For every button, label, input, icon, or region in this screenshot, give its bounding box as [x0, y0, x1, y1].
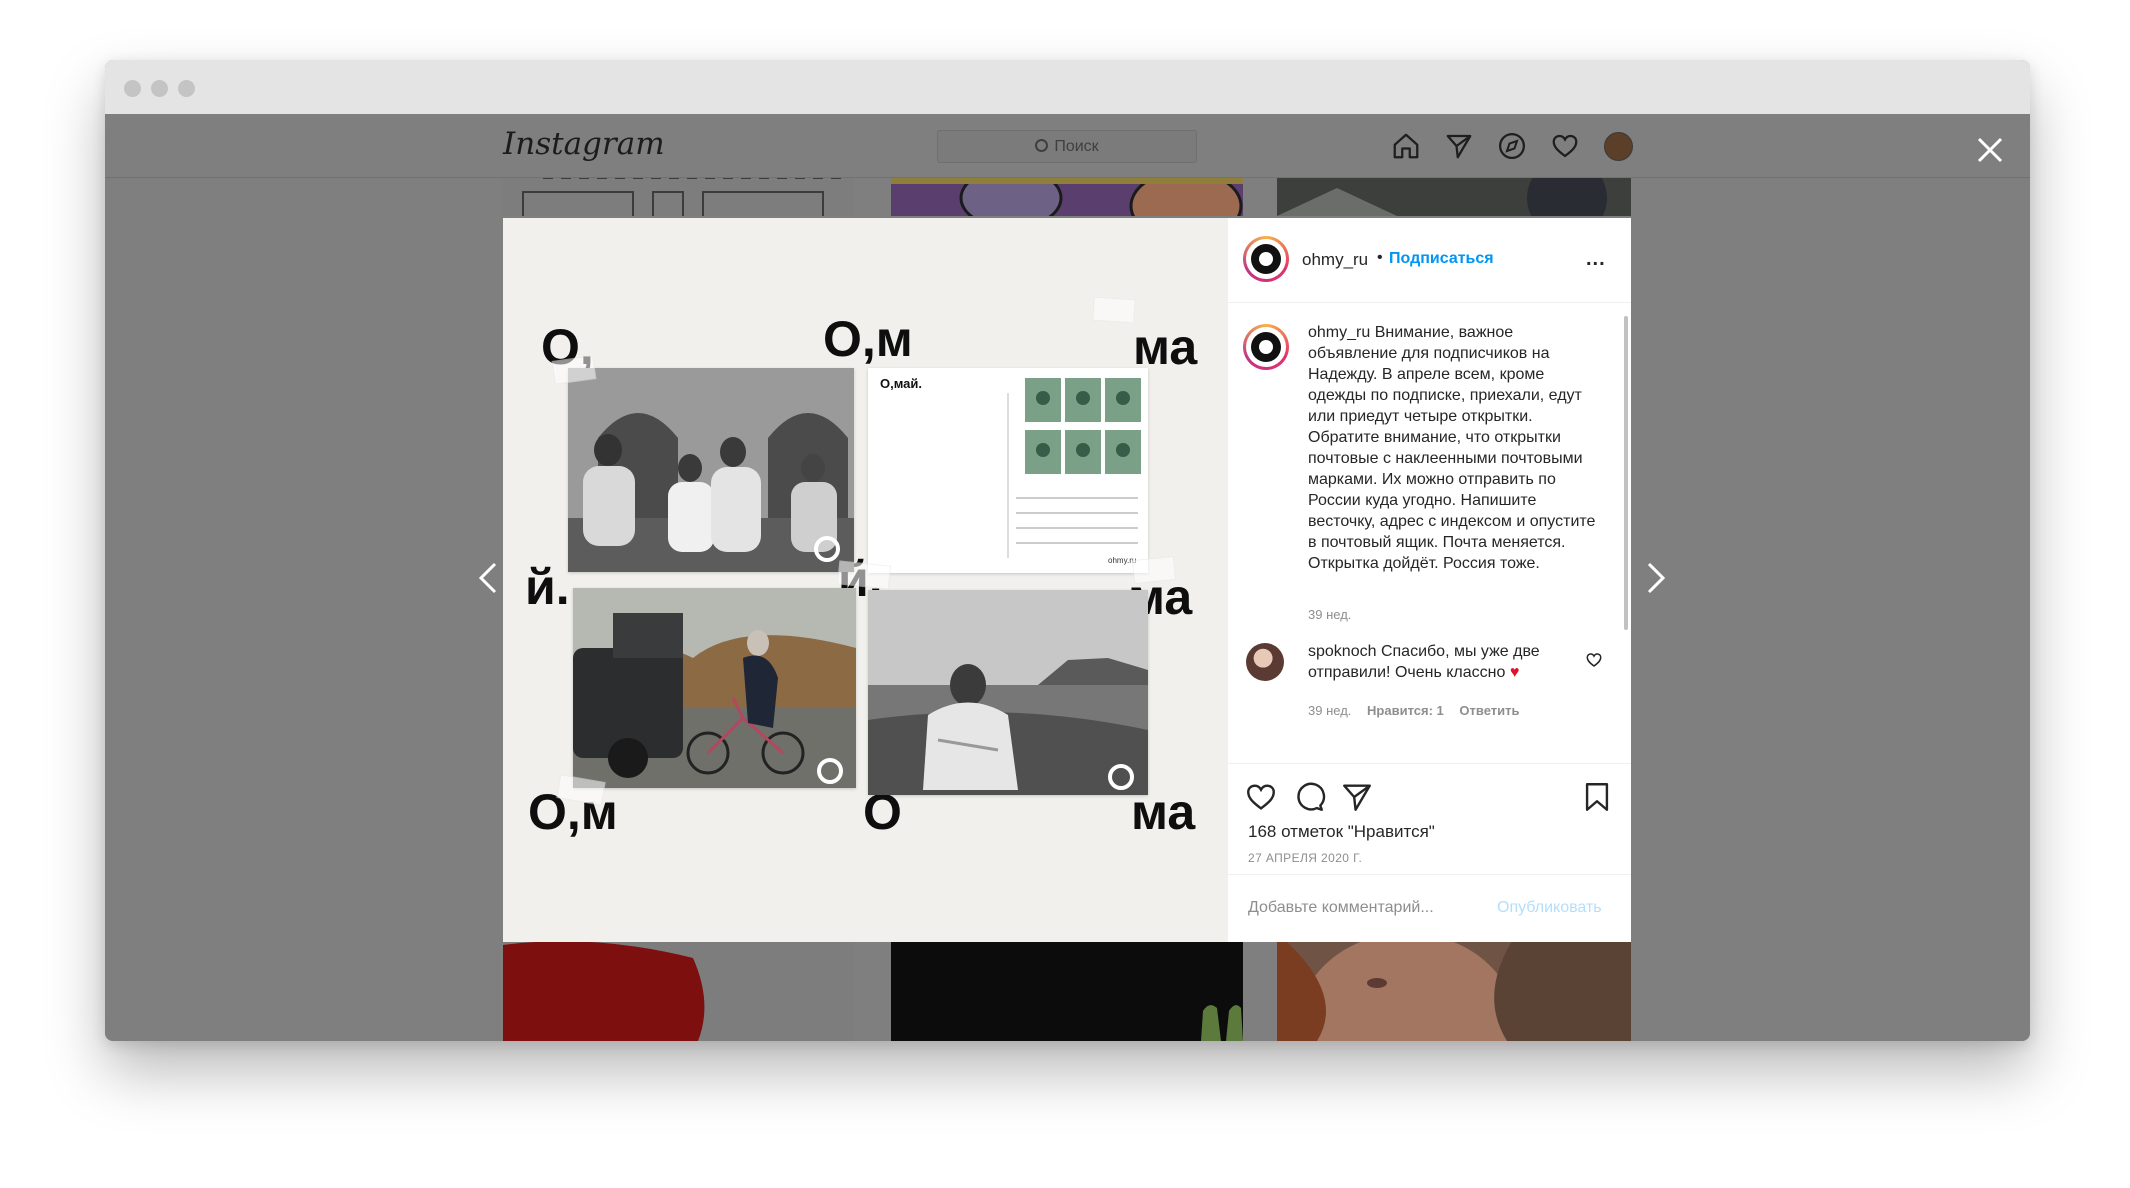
author-username[interactable]: ohmy_ru — [1302, 250, 1368, 270]
direct-icon[interactable] — [1444, 131, 1474, 161]
tape-piece — [1092, 296, 1136, 324]
post-photo[interactable]: О, О,м ма й. й. ма О,м О ма — [503, 218, 1228, 942]
comments-scrollbar[interactable] — [1624, 316, 1628, 630]
window-minimize-dot[interactable] — [151, 80, 168, 97]
follow-button[interactable]: Подписаться — [1389, 250, 1494, 268]
activity-icon[interactable] — [1550, 131, 1580, 161]
comment-age[interactable]: 39 нед. — [1308, 703, 1351, 718]
explore-icon[interactable] — [1497, 131, 1527, 161]
window-close-dot[interactable] — [124, 80, 141, 97]
search-placeholder: Поиск — [1054, 138, 1099, 155]
likes-count[interactable]: 168 отметок "Нравится" — [1248, 822, 1435, 842]
comments-section[interactable]: ohmy_ru Внимание, важное объявление для … — [1228, 303, 1626, 763]
comment-meta: 39 нед. Нравится: 1 Ответить — [1308, 703, 1531, 718]
search-icon — [1035, 139, 1049, 152]
photo-card — [868, 590, 1148, 795]
post-sidebar: ohmy_ru • Подписаться ... ohmy_ru Вниман… — [1228, 218, 1631, 942]
comment-icon[interactable] — [1292, 780, 1326, 814]
add-comment-bar: Добавьте комментарий... Опубликовать — [1228, 874, 1631, 942]
photo-card — [573, 588, 856, 788]
feed-tile[interactable] — [503, 178, 854, 216]
browser-titlebar — [105, 60, 2030, 114]
bookmark-icon[interactable] — [1580, 780, 1614, 814]
comment-input[interactable]: Добавьте комментарий... — [1248, 899, 1434, 917]
comment-author[interactable]: spoknoch — [1308, 643, 1377, 660]
feed-tile[interactable] — [503, 933, 854, 1041]
post-date[interactable]: 27 АПРЕЛЯ 2020 Г. — [1248, 851, 1362, 865]
instagram-header: Instagram Поиск — [105, 114, 2030, 178]
post-caption: ohmy_ru Внимание, важное объявление для … — [1308, 322, 1598, 574]
feed-tile[interactable] — [1277, 178, 1631, 216]
comment-likes[interactable]: Нравится: 1 — [1367, 703, 1444, 718]
wall-letter: й. — [525, 559, 570, 615]
comment: spoknoch Спасибо, мы уже две отправили! … — [1308, 641, 1578, 683]
brand-logo-mark — [817, 758, 843, 784]
page-content: Instagram Поиск О, О,м ма й. ма О,м О ма… — [105, 114, 2030, 1041]
share-icon[interactable] — [1340, 780, 1374, 814]
caption-age[interactable]: 39 нед. — [1308, 607, 1351, 622]
wall-letter: О,м — [823, 311, 913, 367]
previous-post-arrow[interactable] — [473, 558, 503, 598]
feed-tile[interactable] — [1277, 933, 1631, 1041]
postcard-back: О,май. ohmy.ru — [868, 368, 1148, 573]
brand-logo-mark — [814, 536, 840, 562]
caption-author-avatar[interactable] — [1243, 324, 1289, 370]
comment-reply-button[interactable]: Ответить — [1459, 703, 1519, 718]
comment-like-icon[interactable] — [1585, 651, 1603, 669]
search-input[interactable]: Поиск — [937, 130, 1197, 163]
post-modal: О, О,м ма й. й. ма О,м О ма — [503, 218, 1631, 942]
commenter-avatar[interactable] — [1246, 643, 1284, 681]
caption-text: Внимание, важное объявление для подписчи… — [1308, 324, 1596, 572]
tape-piece — [1131, 555, 1177, 585]
separator-dot: • — [1377, 249, 1383, 266]
author-avatar[interactable] — [1243, 236, 1289, 282]
close-icon[interactable] — [1975, 135, 2005, 165]
browser-window: Instagram Поиск О, О,м ма й. ма О,м О ма… — [105, 60, 2030, 1041]
window-maximize-dot[interactable] — [178, 80, 195, 97]
like-icon[interactable] — [1244, 780, 1278, 814]
photo-card — [568, 368, 854, 572]
home-icon[interactable] — [1391, 131, 1421, 161]
publish-button[interactable]: Опубликовать — [1497, 899, 1602, 917]
feed-tile[interactable] — [891, 933, 1243, 1041]
post-actions: 168 отметок "Нравится" 27 АПРЕЛЯ 2020 Г. — [1228, 763, 1631, 874]
next-post-arrow[interactable] — [1641, 558, 1671, 598]
brand-logo-mark — [1108, 764, 1134, 790]
feed-tile[interactable] — [891, 178, 1243, 216]
caption-author[interactable]: ohmy_ru — [1308, 324, 1370, 341]
profile-avatar[interactable] — [1604, 132, 1633, 161]
post-header: ohmy_ru • Подписаться ... — [1228, 218, 1631, 303]
red-heart-emoji: ♥ — [1509, 664, 1520, 681]
more-options-icon[interactable]: ... — [1586, 248, 1606, 271]
instagram-logo[interactable]: Instagram — [503, 126, 665, 162]
